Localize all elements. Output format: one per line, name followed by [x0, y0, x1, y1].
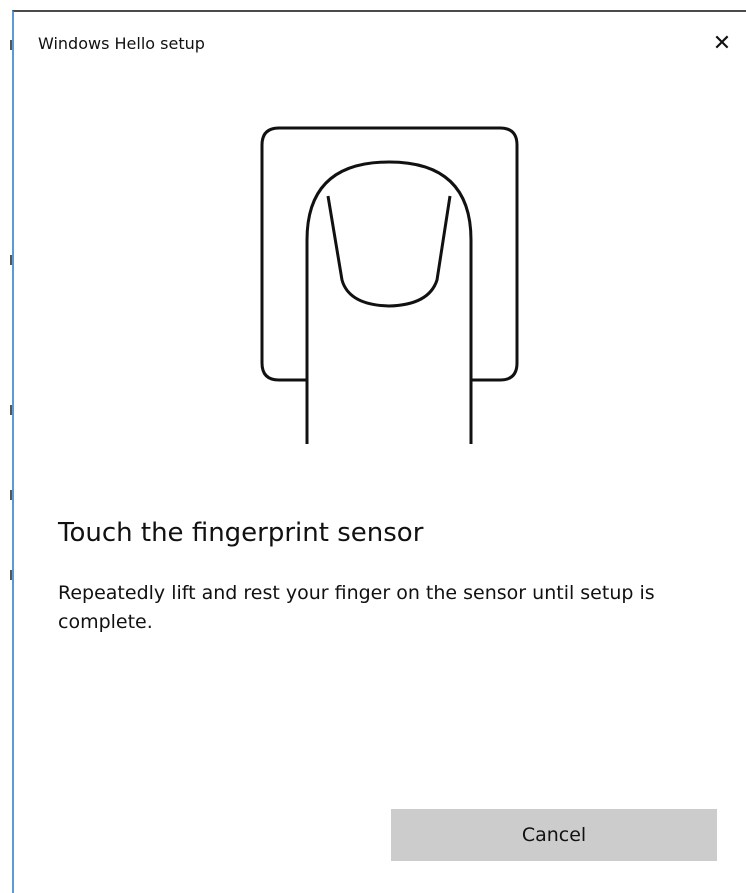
fingernail-outline [326, 195, 452, 308]
background-window-edge [0, 0, 12, 893]
screen: Windows Hello setup ✕ Touch the fingerpr… [0, 0, 746, 893]
instruction-text: Repeatedly lift and rest your finger on … [58, 582, 655, 633]
windows-hello-dialog: Windows Hello setup ✕ Touch the fingerpr… [12, 10, 746, 893]
cancel-button[interactable]: Cancel [391, 809, 717, 861]
close-icon[interactable]: ✕ [704, 26, 740, 62]
sensor-outline [260, 126, 519, 382]
fingerprint-sensor-icon [260, 126, 519, 444]
window-title: Windows Hello setup [38, 34, 205, 53]
page-heading: Touch the fingerprint sensor [58, 518, 424, 548]
title-bar: Windows Hello setup ✕ [14, 12, 746, 78]
finger-outline [305, 160, 473, 444]
